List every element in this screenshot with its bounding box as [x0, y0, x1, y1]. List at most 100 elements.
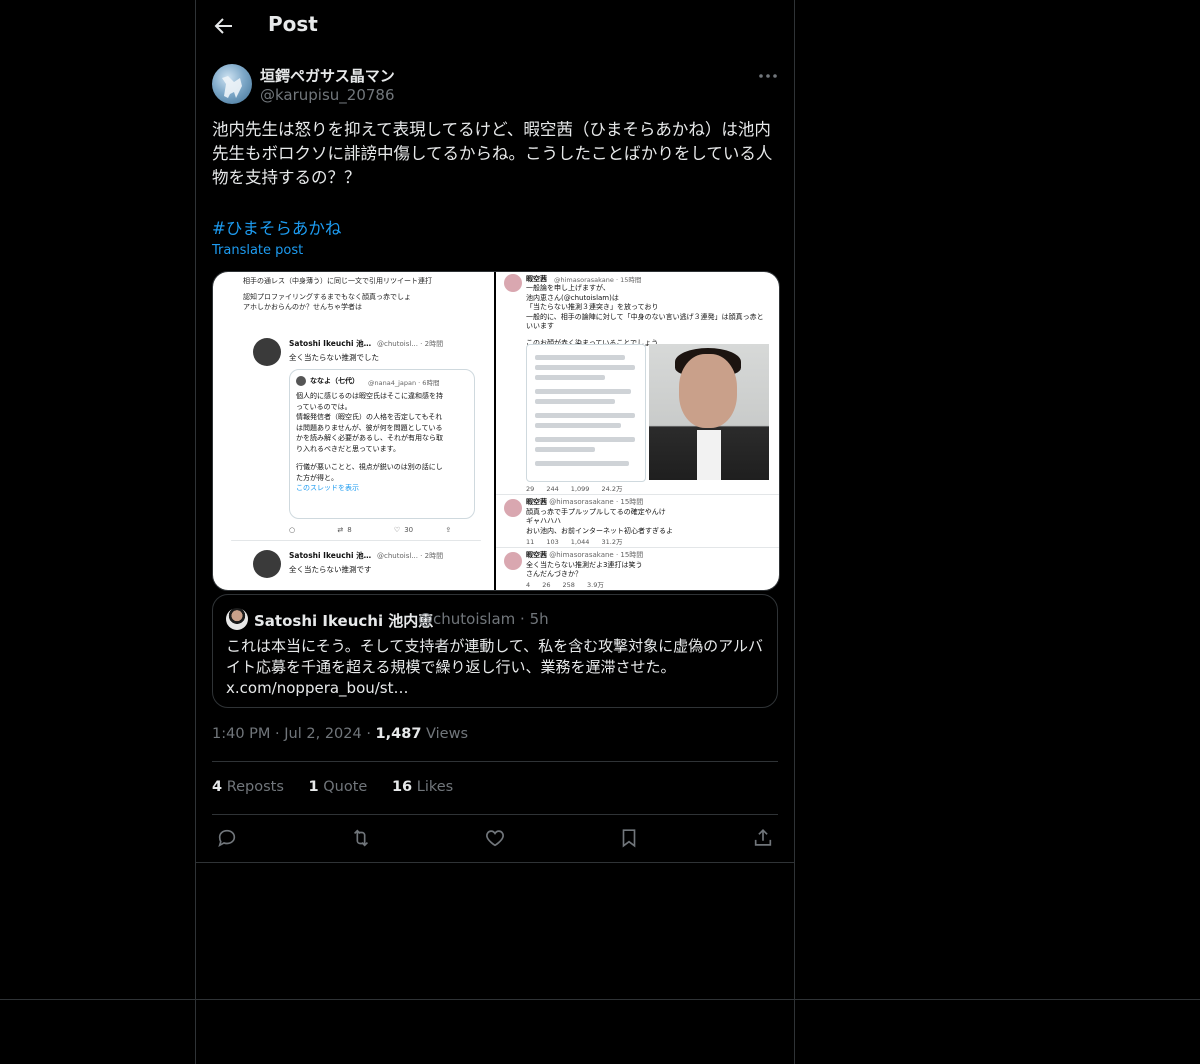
inner-text-line: は問題ありませんが、彼が何を問題としている — [296, 423, 443, 432]
divider — [196, 862, 794, 863]
post-media: 相手の通レス（中身薄う）に同じ一文で引用リツイート連打 認知プロファイリングする… — [212, 271, 780, 591]
bookmark-button[interactable] — [618, 827, 642, 851]
reply-icon — [218, 829, 236, 848]
inner-text-line: た方が得と。 — [296, 473, 338, 482]
more-options-button[interactable] — [756, 66, 780, 86]
avatar[interactable] — [212, 64, 252, 104]
back-button[interactable] — [212, 14, 236, 38]
media-right-portrait-photo — [649, 344, 769, 480]
meta-separator: · — [366, 726, 371, 742]
media-right-post2: 暇空茜 @himasorasakane · 15時間 顔真っ赤で手プルップルして… — [526, 498, 673, 536]
media-right-stats-3: 4 26 258 3.9万 — [526, 581, 604, 589]
reply-button[interactable] — [216, 827, 240, 851]
quoted-link: x.com/noppera_bou/st… — [226, 679, 409, 697]
inner-text-line: っているのでは。 — [296, 402, 352, 411]
likes-count: 16 — [391, 779, 413, 795]
inner-text-line: り入れるべきだと思っています。 — [296, 444, 400, 453]
repost-button[interactable] — [350, 827, 374, 851]
media-left-inner-name: ななよ（七代） — [310, 377, 359, 385]
post3-text-line: 全く当たらない推測だよ3連打は笑う — [526, 560, 643, 569]
media-left-reply1-handle: @chutoisl... · 2時間 — [377, 340, 444, 348]
repost-icon — [353, 829, 369, 847]
media-right-avatar-2 — [504, 499, 522, 517]
post2-text-line: おい池内、お前インターネット初心者すぎるよ — [526, 526, 673, 535]
post2-text-line: ギャハハハ — [526, 517, 561, 525]
media-right-divider-2 — [496, 547, 779, 548]
media-left-avatar-2 — [253, 550, 281, 578]
media-left-reply2-handle: @chutoisl... · 2時間 — [377, 552, 444, 560]
media-right-stats-1: 29 244 1,099 24.2万 — [526, 485, 623, 493]
media-left-retweets: 8 — [347, 526, 352, 534]
divider — [212, 761, 778, 762]
quoted-text: これは本当にそう。そして支持者が連動して、私を含む攻撃対象に虚偽のアルバイト応募… — [226, 636, 766, 699]
reposts-stat[interactable]: 4 Reposts — [212, 779, 284, 795]
media-left-inner-handle: @nana4_japan · 6時間 — [368, 379, 440, 387]
arrow-left-icon — [214, 18, 232, 34]
share-button[interactable] — [752, 827, 776, 851]
views-label: Views — [426, 726, 468, 742]
post3-handle: @himasorasakane · 15時間 — [549, 551, 644, 559]
author-handle[interactable]: @karupisu_20786 — [260, 86, 395, 104]
post-meta: 1:40 PM · Jul 2, 2024 · 1,487 Views — [212, 726, 468, 742]
post-time[interactable]: 1:40 PM — [212, 726, 270, 742]
media-left-likes: 30 — [404, 526, 414, 534]
media-right-name: 暇空茜 — [526, 275, 547, 283]
media-image-left[interactable]: 相手の通レス（中身薄う）に同じ一文で引用リツイート連打 認知プロファイリングする… — [213, 272, 494, 590]
bookmark-icon — [622, 829, 636, 848]
media-left-top-text-3: アホしかおらんのか？せんちゃ学者は — [243, 303, 362, 311]
post2-text-line: 顔真っ赤で手プルップルしてるの確定やんけ — [526, 507, 666, 516]
post-text: 池内先生は怒りを抑えて表現してるけど、暇空茜（ひまそらあかね）は池内先生もボロク… — [212, 120, 773, 187]
reposts-count: 4 — [212, 779, 223, 795]
media-left-reply1-text: 全く当たらない推測でした — [289, 353, 379, 362]
views-count: 1,487 — [375, 726, 422, 742]
media-image-right[interactable]: 暇空茜 @himasorasakane · 15時間 一般論を申し上げますが、 … — [496, 272, 779, 590]
media-right-text: 一般論を申し上げますが、 池内恵さん(@chutoislam)は 「当たらない推… — [526, 284, 770, 348]
inner-thread-link: このスレッドを表示 — [296, 484, 359, 492]
media-right-handle: @himasorasakane · 15時間 — [554, 276, 642, 284]
engagement-stats: 4 Reposts 1 Quote 16 Likes — [212, 779, 473, 795]
post-date[interactable]: Jul 2, 2024 — [284, 726, 361, 742]
quoted-body: これは本当にそう。そして支持者が連動して、私を含む攻撃対象に虚偽のアルバイト応募… — [226, 637, 764, 676]
main-column: Post 垣鍔ペガサス晶マン @karupisu_20786 池内先生は怒りを抑… — [195, 0, 795, 1064]
quoted-author-handle: @chutoislam · 5h — [418, 610, 549, 628]
right-text-line: 池内恵さん(@chutoislam)は — [526, 293, 619, 302]
more-horizontal-icon — [759, 74, 777, 78]
heart-icon — [486, 830, 504, 847]
quoted-avatar — [226, 608, 248, 630]
media-left-inner-text: 個人的に感じるのは暇空氏はそこに違和感を持 っているのでは。 情報発信者（暇空氏… — [296, 391, 472, 494]
hashtag-link[interactable]: #ひまそらあかね — [212, 215, 341, 239]
quotes-count: 1 — [308, 779, 319, 795]
inner-text-line: 個人的に感じるのは暇空氏はそこに違和感を持 — [296, 392, 443, 400]
quotes-stat[interactable]: 1 Quote — [309, 779, 368, 795]
author-name[interactable]: 垣鍔ペガサス晶マン — [260, 65, 395, 86]
likes-label: Likes — [416, 779, 454, 795]
quotes-label: Quote — [323, 779, 368, 795]
inner-text-line: 行儀が悪いことと、視点が鋭いのは別の話にし — [296, 463, 443, 471]
likes-stat[interactable]: 16 Likes — [392, 779, 453, 795]
media-right-stats-2: 11 103 1,044 31.2万 — [526, 538, 623, 546]
quoted-post[interactable]: Satoshi Ikeuchi 池内恵 @chutoislam · 5h これは… — [212, 594, 778, 708]
page-header: Post — [196, 0, 794, 53]
media-left-reply1-name: Satoshi Ikeuchi 池… — [289, 339, 372, 348]
like-button[interactable] — [484, 827, 508, 851]
divider — [212, 814, 778, 815]
media-left-top-text-1: 相手の通レス（中身薄う）に同じ一文で引用リツイート連打 — [243, 277, 432, 285]
translate-post-link[interactable]: Translate post — [212, 243, 303, 258]
share-icon — [754, 829, 772, 846]
media-right-embedded-screenshot — [526, 344, 646, 482]
media-left-reply2-name: Satoshi Ikeuchi 池… — [289, 551, 372, 560]
page-title: Post — [268, 12, 318, 36]
right-text-line: 一般論を申し上げますが、 — [526, 284, 610, 292]
meta-separator: · — [275, 726, 280, 742]
right-text-line: 「当たらない推測３連突き」を放っており — [526, 303, 659, 311]
reposts-label: Reposts — [226, 779, 284, 795]
right-text-line: 一般的に、相手の論陣に対して「中身のない言い逃げ３連発」は顔真っ赤といいます — [526, 312, 764, 331]
bottom-divider — [0, 999, 1200, 1000]
media-right-avatar-3 — [504, 552, 522, 570]
pegasus-avatar-icon — [222, 76, 242, 98]
media-right-avatar-1 — [504, 274, 522, 292]
media-left-inner-quote: ななよ（七代） @nana4_japan · 6時間 個人的に感じるのは暇空氏は… — [289, 369, 475, 519]
media-left-top-text-2: 認知プロファイリングするまでもなく顔真っ赤でしょ — [243, 293, 411, 301]
media-right-post3: 暇空茜 @himasorasakane · 15時間 全く当たらない推測だよ3連… — [526, 551, 643, 580]
post3-name: 暇空茜 — [526, 551, 547, 559]
